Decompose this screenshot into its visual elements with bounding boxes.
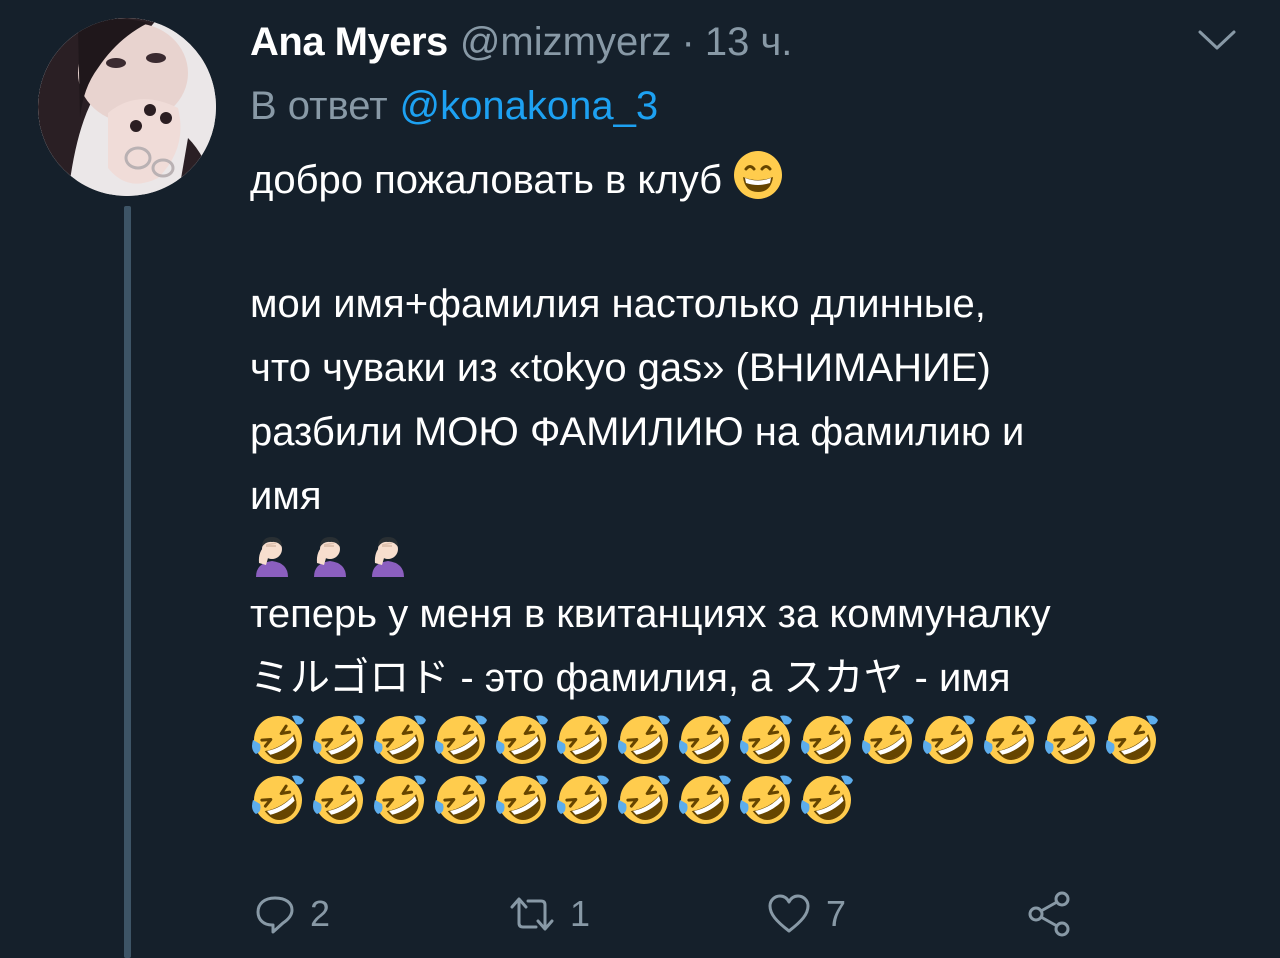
rolling-on-the-floor-laughing-emoji	[311, 772, 367, 828]
rolling-on-the-floor-laughing-emoji	[494, 772, 550, 828]
tweet-text-line: ミルゴロド - это фамилия, а スカヤ - имя	[250, 656, 1011, 700]
retweet-count: 1	[570, 893, 591, 934]
chevron-down-icon[interactable]	[1197, 28, 1237, 52]
person-facepalming-emoji	[366, 533, 410, 577]
rolling-on-the-floor-laughing-emoji	[1043, 712, 1099, 768]
rolling-on-the-floor-laughing-emoji	[921, 712, 977, 768]
like-button[interactable]: 7	[766, 886, 846, 942]
rolling-on-the-floor-laughing-emoji	[738, 712, 794, 768]
rolling-on-the-floor-laughing-emoji	[494, 712, 550, 768]
rolling-on-the-floor-laughing-emoji	[372, 772, 428, 828]
laughing-emoji-row	[250, 770, 1250, 830]
tweet-text-line: что чуваки из «tokyo gas» (ВНИМАНИЕ)	[250, 346, 991, 390]
reply-context: В ответ @konakona_3	[250, 78, 658, 134]
header-separator: ·	[681, 19, 695, 64]
rolling-on-the-floor-laughing-emoji	[982, 712, 1038, 768]
retweet-icon	[510, 897, 554, 931]
rolling-on-the-floor-laughing-emoji	[616, 772, 672, 828]
person-facepalming-emoji	[308, 533, 352, 577]
rolling-on-the-floor-laughing-emoji	[555, 712, 611, 768]
rolling-on-the-floor-laughing-emoji	[738, 772, 794, 828]
rolling-on-the-floor-laughing-emoji	[616, 712, 672, 768]
rolling-on-the-floor-laughing-emoji	[677, 772, 733, 828]
rolling-on-the-floor-laughing-emoji	[799, 712, 855, 768]
rolling-on-the-floor-laughing-emoji	[250, 712, 306, 768]
retweet-button[interactable]: 1	[508, 886, 590, 942]
reply-icon	[256, 896, 294, 934]
tweet-text: добро пожаловать в клуб	[250, 158, 723, 202]
author-name[interactable]: Ana Myers	[250, 20, 448, 65]
avatar-image	[38, 18, 216, 196]
share-button[interactable]	[1024, 886, 1074, 942]
tweet-text-line: имя	[250, 474, 322, 518]
rolling-on-the-floor-laughing-emoji	[372, 712, 428, 768]
tweet-text-line: теперь у меня в квитанциях за коммуналку	[250, 592, 1051, 636]
rolling-on-the-floor-laughing-emoji	[433, 712, 489, 768]
tweet-text-line: добро пожаловать в клуб	[250, 148, 1250, 212]
tweet-text-line: мои имя+фамилия настолько длинные,	[250, 282, 986, 326]
rolling-on-the-floor-laughing-emoji	[799, 772, 855, 828]
rolling-on-the-floor-laughing-emoji	[677, 712, 733, 768]
tweet-text-line: разбили МОЮ ФАМИЛИЮ на фамилию и	[250, 410, 1025, 454]
rolling-on-the-floor-laughing-emoji	[555, 772, 611, 828]
reply-button[interactable]: 2	[254, 886, 330, 942]
laughing-emoji-row	[250, 710, 1250, 770]
rolling-on-the-floor-laughing-emoji	[250, 772, 306, 828]
reply-count: 2	[310, 893, 331, 934]
rolling-on-the-floor-laughing-emoji	[433, 772, 489, 828]
rolling-on-the-floor-laughing-emoji	[860, 712, 916, 768]
rolling-on-the-floor-laughing-emoji	[311, 712, 367, 768]
facepalm-emoji-row	[250, 528, 1250, 582]
author-handle[interactable]: @mizmyerz	[460, 20, 672, 65]
tweet-body: добро пожаловать в клуб мои имя+фамилия …	[250, 148, 1250, 830]
grinning-face-emoji	[732, 149, 784, 220]
tweet: Ana Myers @mizmyerz · 13 ч. В ответ @kon…	[0, 0, 1280, 958]
reply-label: В ответ	[250, 83, 388, 128]
heart-icon	[768, 894, 810, 933]
avatar[interactable]	[38, 18, 216, 196]
tweet-header: Ana Myers @mizmyerz · 13 ч.	[250, 14, 792, 70]
tweet-actions: 2 1 7	[254, 886, 1094, 942]
reply-mention-link[interactable]: @konakona_3	[400, 84, 659, 129]
person-facepalming-emoji	[250, 533, 294, 577]
like-count: 7	[826, 893, 847, 934]
thread-line	[124, 206, 131, 958]
rolling-on-the-floor-laughing-emoji	[1104, 712, 1160, 768]
tweet-timestamp[interactable]: 13 ч.	[705, 20, 793, 65]
share-icon	[1028, 891, 1070, 937]
